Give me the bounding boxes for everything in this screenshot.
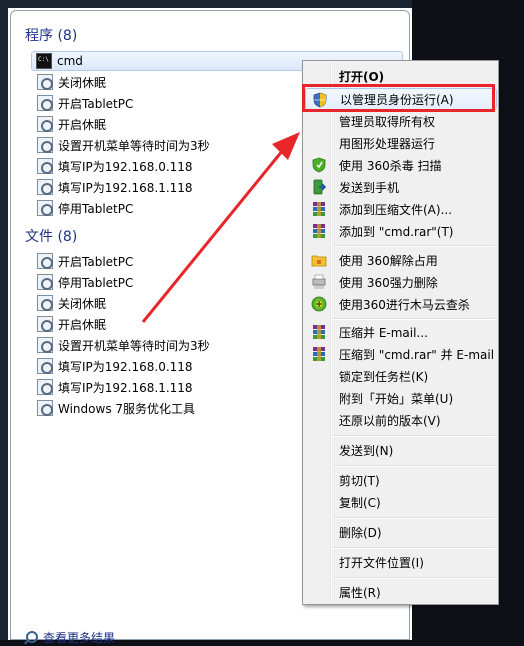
annotation-arrow [141,132,300,323]
